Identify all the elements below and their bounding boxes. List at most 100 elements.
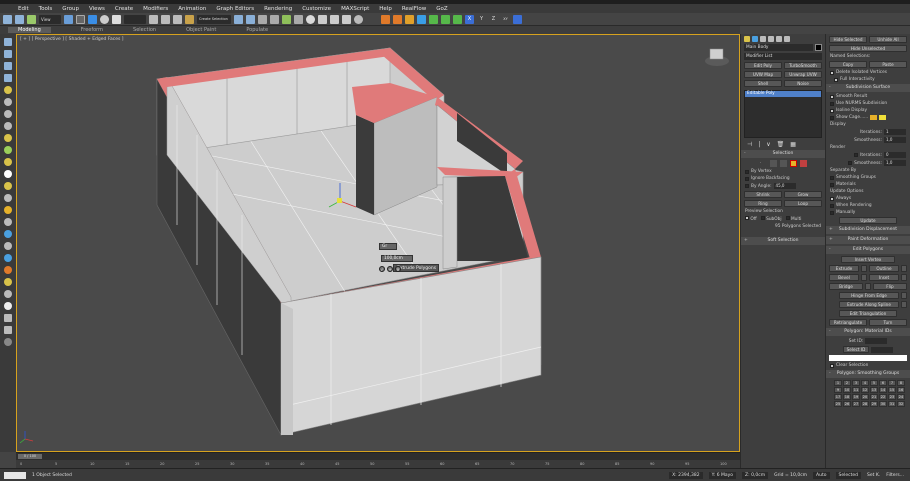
time-slider-thumb[interactable]: 0 / 100 — [18, 454, 42, 459]
outline-settings-icon[interactable] — [901, 265, 907, 272]
menu-item-modifiers[interactable]: Modifiers — [143, 6, 168, 12]
axis-z-button[interactable]: Z — [489, 15, 498, 24]
material-editor-icon[interactable] — [306, 14, 315, 24]
by-vertex-option[interactable]: By Vertex — [745, 169, 821, 174]
modifier-stack[interactable]: Editable Poly — [744, 90, 822, 138]
time-slider[interactable]: 0 / 100 — [16, 453, 740, 460]
vertex-mode-icon[interactable]: · — [760, 160, 767, 167]
selection-rollout-header[interactable]: - Selection — [741, 150, 825, 158]
select-region-icon[interactable] — [76, 14, 85, 24]
teapot-icon[interactable] — [354, 14, 363, 24]
angle-snap-icon[interactable] — [161, 14, 170, 24]
smoothing-group-button[interactable]: 24 — [897, 394, 905, 400]
smoothing-group-button[interactable]: 14 — [879, 387, 887, 393]
ignore-backfacing-option[interactable]: Ignore Backfacing — [745, 176, 821, 181]
smoothing-groups-header[interactable]: - Polygon: Smoothing Groups — [826, 370, 910, 378]
caddy-ok-icon[interactable]: ✓ — [379, 266, 385, 272]
material-name-dropdown[interactable] — [829, 355, 907, 361]
tool-icon-19[interactable] — [4, 254, 12, 262]
menu-item-create[interactable]: Create — [115, 6, 133, 12]
y-coordinate-field[interactable]: Y: 6 Mayo — [708, 471, 737, 479]
set-key-button[interactable]: Set K. — [867, 473, 880, 478]
smoothing-group-button[interactable]: 9 — [834, 387, 842, 393]
make-unique-icon[interactable]: ∨ — [766, 141, 770, 148]
hide-unselected-button[interactable]: Hide Unselected — [829, 45, 907, 52]
paste-button[interactable]: Paste — [869, 61, 907, 68]
smoothing-group-button[interactable]: 2 — [843, 380, 851, 386]
axis-xy-button[interactable]: XY — [501, 15, 510, 24]
tool-icon-26[interactable] — [4, 338, 12, 346]
smoothing-group-button[interactable]: 16 — [897, 387, 905, 393]
bridge-button[interactable]: Bridge — [829, 283, 863, 290]
realflow-icon-1[interactable] — [381, 14, 390, 24]
smoothing-group-button[interactable]: 20 — [861, 394, 869, 400]
tool-icon-22[interactable] — [4, 290, 12, 298]
preview-multi-radio[interactable]: Multi — [785, 216, 801, 222]
edge-mode-icon[interactable] — [769, 160, 777, 167]
smoothing-group-button[interactable]: 4 — [861, 380, 869, 386]
smoothing-group-button[interactable]: 27 — [852, 401, 860, 407]
create-tab-icon[interactable] — [744, 36, 750, 42]
modifier-list-dropdown[interactable]: Modifier List — [744, 53, 822, 60]
manually-radio[interactable]: Manually — [830, 210, 906, 215]
menu-item-graph-editors[interactable]: Graph Editors — [216, 6, 254, 12]
utilities-tab-icon[interactable] — [784, 36, 790, 42]
paint-deformation-header[interactable]: + Paint Deformation — [826, 236, 910, 244]
realflow-icon-2[interactable] — [393, 14, 402, 24]
smoothing-group-button[interactable]: 23 — [888, 394, 896, 400]
object-color-swatch[interactable] — [815, 44, 822, 51]
caddy-cancel-icon[interactable]: × — [395, 266, 401, 272]
show-end-result-icon[interactable]: | — [758, 141, 760, 148]
delete-isolated-option[interactable]: Delete Isolated Vertices — [830, 70, 906, 75]
cage-color-swatch-2[interactable] — [879, 115, 887, 120]
hide-selected-button[interactable]: Hide Selected — [829, 36, 867, 43]
smoothing-group-button[interactable]: 8 — [897, 380, 905, 386]
menu-item-views[interactable]: Views — [89, 6, 105, 12]
perspective-viewport[interactable]: [ + ] [ Perspective ] [ Shaded + Edged F… — [16, 34, 740, 452]
extrude-spline-settings-icon[interactable] — [901, 301, 907, 308]
when-rendering-radio[interactable]: When Rendering — [830, 203, 906, 208]
smoothing-group-button[interactable]: 1 — [834, 380, 842, 386]
graphite-icon[interactable] — [270, 14, 279, 24]
smoothing-group-button[interactable]: 13 — [870, 387, 878, 393]
axis-constraint-icon[interactable] — [513, 14, 522, 24]
tool-icon-7[interactable] — [4, 110, 12, 118]
realflow-icon-3[interactable] — [405, 14, 414, 24]
tool-icon-23[interactable] — [4, 302, 12, 310]
realflow-icon-5[interactable] — [429, 14, 438, 24]
menu-item-customize[interactable]: Customize — [302, 6, 331, 12]
z-coordinate-field[interactable]: Z: 0,0cm — [742, 471, 769, 479]
uvw-map-button[interactable]: UVW Map — [744, 71, 782, 78]
materials-option[interactable]: Materials — [830, 182, 906, 187]
smooth-result-option[interactable]: Smooth Result — [830, 94, 906, 99]
render-smoothness-spinner[interactable]: 1,0 — [884, 160, 906, 166]
object-name-field[interactable]: Main Body — [744, 44, 813, 51]
tab-freeform[interactable]: Freeform — [81, 27, 103, 33]
modify-tab-icon[interactable] — [752, 36, 758, 42]
tool-icon-12[interactable] — [4, 170, 12, 178]
grow-button[interactable]: Grow — [784, 191, 822, 198]
pin-stack-icon[interactable]: ⊣ — [747, 141, 752, 148]
select-id-button[interactable]: Select ID — [842, 346, 870, 353]
motion-tab-icon[interactable] — [768, 36, 774, 42]
view-dropdown[interactable]: View — [39, 14, 61, 24]
smoothing-group-button[interactable]: 31 — [888, 401, 896, 407]
tab-selection[interactable]: Selection — [133, 27, 156, 33]
bevel-settings-icon[interactable] — [861, 274, 867, 281]
smoothing-group-button[interactable]: 17 — [834, 394, 842, 400]
select-object-icon[interactable] — [64, 14, 73, 24]
tool-icon-10[interactable] — [4, 146, 12, 154]
menu-item-goz[interactable]: GoZ — [436, 6, 447, 12]
use-nurms-option[interactable]: Use NURMS Subdivision — [830, 101, 906, 106]
smoothing-group-button[interactable]: 29 — [870, 401, 878, 407]
smoothing-group-button[interactable]: 6 — [879, 380, 887, 386]
axis-y-button[interactable]: Y — [477, 15, 486, 24]
align-icon[interactable] — [246, 14, 255, 24]
flip-button[interactable]: Flip — [873, 283, 907, 290]
smoothing-group-button[interactable]: 28 — [861, 401, 869, 407]
caddy-apply-icon[interactable]: + — [387, 266, 393, 272]
menu-item-tools[interactable]: Tools — [39, 6, 53, 12]
display-tab-icon[interactable] — [776, 36, 782, 42]
reference-coordinate-dropdown[interactable] — [124, 14, 146, 24]
shrink-button[interactable]: Shrink — [744, 191, 782, 198]
